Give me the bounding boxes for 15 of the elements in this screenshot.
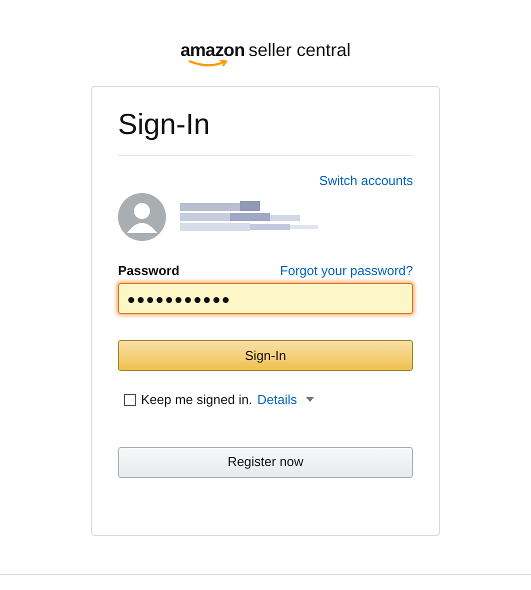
- avatar-icon: [118, 192, 166, 240]
- password-label: Password: [118, 262, 180, 280]
- register-button[interactable]: Register now: [118, 446, 413, 478]
- switch-accounts-link[interactable]: Switch accounts: [319, 171, 413, 190]
- card-title: Sign-In: [118, 107, 413, 156]
- details-link[interactable]: Details: [257, 390, 298, 410]
- forgot-password-link[interactable]: Forgot your password?: [280, 260, 413, 280]
- keep-signed-in-checkbox[interactable]: [124, 394, 136, 406]
- logo-product: seller central: [248, 40, 351, 60]
- caret-icon: [306, 397, 314, 402]
- sign-in-button[interactable]: Sign-In: [118, 340, 413, 371]
- keep-signed-in-label: Keep me signed in.: [141, 391, 252, 409]
- logo-brand: amazon: [180, 40, 245, 60]
- smile-arrow-icon: [188, 60, 228, 68]
- password-field[interactable]: ●●●●●●●●●●●: [118, 283, 413, 314]
